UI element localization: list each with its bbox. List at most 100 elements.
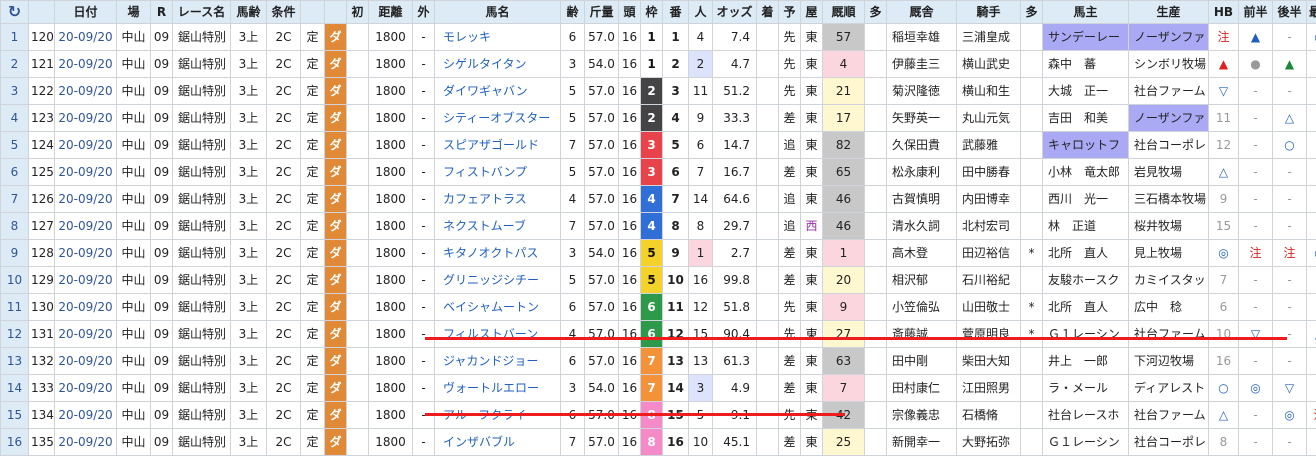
row-id: 130	[29, 294, 55, 321]
col-header-owner[interactable]: 馬主	[1043, 1, 1129, 24]
date-cell[interactable]: 20-09/20	[55, 402, 117, 429]
odds-cell: 4.7	[713, 51, 757, 78]
date-cell[interactable]: 20-09/20	[55, 24, 117, 51]
col-header-age[interactable]: 馬齢	[231, 1, 267, 24]
refresh-icon[interactable]: ↻	[1, 1, 29, 24]
table-row[interactable]: 1012920-09/20中山09鋸山特別3上2C定ダ1800-グリニッジシチー…	[1, 267, 1316, 294]
date-cell[interactable]: 20-09/20	[55, 132, 117, 159]
horse-name-link[interactable]: ネクストムーブ	[435, 213, 561, 240]
date-cell[interactable]: 20-09/20	[55, 213, 117, 240]
col-header-zen[interactable]: 前半	[1239, 1, 1273, 24]
table-row[interactable]: 1313220-09/20中山09鋸山特別3上2C定ダ1800-ジャカンドジョー…	[1, 348, 1316, 375]
popularity-cell: 11	[689, 78, 713, 105]
horse-name-link[interactable]: シティーオブスター	[435, 105, 561, 132]
date-cell[interactable]: 20-09/20	[55, 267, 117, 294]
col-header-sai[interactable]: 最H	[1307, 1, 1316, 24]
col-header-stable[interactable]: 厩舎	[887, 1, 957, 24]
col-header-hb[interactable]: HB	[1209, 1, 1239, 24]
date-cell[interactable]: 20-09/20	[55, 51, 117, 78]
region-cell: 東	[801, 267, 823, 294]
col-header-kyu[interactable]: 厩順	[823, 1, 865, 24]
date-cell[interactable]: 20-09/20	[55, 375, 117, 402]
horse-name-link[interactable]: カフェアトラス	[435, 186, 561, 213]
col-header-yo[interactable]: 予	[779, 1, 801, 24]
col-header-breeder[interactable]: 生産	[1129, 1, 1209, 24]
place-cell: 中山	[117, 213, 151, 240]
breeder-cell: カミイスタッ	[1129, 267, 1209, 294]
col-header-waku[interactable]: 枠	[641, 1, 663, 24]
horse-name-link[interactable]: シゲルタイタン	[435, 51, 561, 78]
field-size-cell: 16	[619, 105, 641, 132]
table-row[interactable]: 512420-09/20中山09鋸山特別3上2C定ダ1800-スピアザゴールド7…	[1, 132, 1316, 159]
date-cell[interactable]: 20-09/20	[55, 348, 117, 375]
table-row[interactable]: 612520-09/20中山09鋸山特別3上2C定ダ1800-フィストバンプ55…	[1, 159, 1316, 186]
post-number-cell: 9	[663, 240, 689, 267]
date-cell[interactable]: 20-09/20	[55, 294, 117, 321]
table-row[interactable]: 112020-09/20中山09鋸山特別3上2C定ダ1800-モレッキ657.0…	[1, 24, 1316, 51]
col-header-race[interactable]: レース名	[173, 1, 231, 24]
date-cell[interactable]: 20-09/20	[55, 186, 117, 213]
stable-rank-cell: 46	[823, 213, 865, 240]
col-header-chaku[interactable]: 着	[757, 1, 779, 24]
col-header-kou[interactable]: 後半	[1273, 1, 1307, 24]
col-header-place[interactable]: 場	[117, 1, 151, 24]
date-cell[interactable]: 20-09/20	[55, 429, 117, 456]
table-row[interactable]: 812720-09/20中山09鋸山特別3上2C定ダ1800-ネクストムーブ75…	[1, 213, 1316, 240]
col-header-out[interactable]: 外	[413, 1, 435, 24]
horse-name-link[interactable]: ダイワギャバン	[435, 78, 561, 105]
stable-rank-cell: 27	[823, 321, 865, 348]
col-header-first[interactable]: 初	[347, 1, 369, 24]
horse-name-link[interactable]: モレッキ	[435, 24, 561, 51]
horse-name-link[interactable]: フィストバンプ	[435, 159, 561, 186]
horse-name-link[interactable]: ベイシャムートン	[435, 294, 561, 321]
col-header-kin[interactable]: 斤量	[585, 1, 619, 24]
table-row[interactable]: 312220-09/20中山09鋸山特別3上2C定ダ1800-ダイワギャバン55…	[1, 78, 1316, 105]
date-cell[interactable]: 20-09/20	[55, 240, 117, 267]
col-header-ta[interactable]: 多	[865, 1, 887, 24]
table-row[interactable]: 1613520-09/20中山09鋸山特別3上2C定ダ1800-インザバブル75…	[1, 429, 1316, 456]
table-row[interactable]: 1413320-09/20中山09鋸山特別3上2C定ダ1800-ヴォートルエロー…	[1, 375, 1316, 402]
horse-name-link[interactable]: グリニッジシチー	[435, 267, 561, 294]
col-header-date[interactable]: 日付	[55, 1, 117, 24]
table-row[interactable]: 912820-09/20中山09鋸山特別3上2C定ダ1800-キタノオクトパス3…	[1, 240, 1316, 267]
fixed-weight-cell: 定	[301, 186, 325, 213]
col-header-ya[interactable]: 屋	[801, 1, 823, 24]
table-row[interactable]: 412320-09/20中山09鋸山特別3上2C定ダ1800-シティーオブスター…	[1, 105, 1316, 132]
race-name-cell: 鋸山特別	[173, 105, 231, 132]
col-header-odds[interactable]: オッズ	[713, 1, 757, 24]
weight-cell: 57.0	[585, 348, 619, 375]
table-row[interactable]: 212120-09/20中山09鋸山特別3上2C定ダ1800-シゲルタイタン35…	[1, 51, 1316, 78]
surface-cell: ダ	[325, 159, 347, 186]
breeder-cell: 広中 稔	[1129, 294, 1209, 321]
first-half-mark-cell: ●	[1239, 51, 1273, 78]
horse-name-link[interactable]: キタノオクトパス	[435, 240, 561, 267]
col-header-jockey[interactable]: 騎手	[957, 1, 1021, 24]
jockey-cell: 横山和生	[957, 78, 1021, 105]
finish-cell	[757, 132, 779, 159]
field-size-cell: 16	[619, 348, 641, 375]
outside-cell: -	[413, 51, 435, 78]
col-header-sexage[interactable]: 齢	[561, 1, 585, 24]
col-header-heads[interactable]: 頭	[619, 1, 641, 24]
date-cell[interactable]: 20-09/20	[55, 105, 117, 132]
col-header-dist[interactable]: 距離	[369, 1, 413, 24]
horse-name-link[interactable]: スピアザゴールド	[435, 132, 561, 159]
table-row[interactable]: 1213120-09/20中山09鋸山特別3上2C定ダ1800-フィルストバーン…	[1, 321, 1316, 348]
col-header-cond[interactable]: 条件	[267, 1, 301, 24]
horse-name-link[interactable]: フィルストバーン	[435, 321, 561, 348]
col-header-pop[interactable]: 人	[689, 1, 713, 24]
table-row[interactable]: 1113020-09/20中山09鋸山特別3上2C定ダ1800-ベイシャムートン…	[1, 294, 1316, 321]
col-header-ta2[interactable]: 多	[1021, 1, 1043, 24]
horse-name-link[interactable]: ヴォートルエロー	[435, 375, 561, 402]
race-number-cell: 09	[151, 402, 173, 429]
date-cell[interactable]: 20-09/20	[55, 159, 117, 186]
col-header-ban[interactable]: 番	[663, 1, 689, 24]
table-row[interactable]: 712620-09/20中山09鋸山特別3上2C定ダ1800-カフェアトラス45…	[1, 186, 1316, 213]
col-header-horse[interactable]: 馬名	[435, 1, 561, 24]
date-cell[interactable]: 20-09/20	[55, 78, 117, 105]
place-cell: 中山	[117, 402, 151, 429]
horse-name-link[interactable]: ジャカンドジョー	[435, 348, 561, 375]
horse-name-link[interactable]: インザバブル	[435, 429, 561, 456]
col-header-r[interactable]: R	[151, 1, 173, 24]
date-cell[interactable]: 20-09/20	[55, 321, 117, 348]
